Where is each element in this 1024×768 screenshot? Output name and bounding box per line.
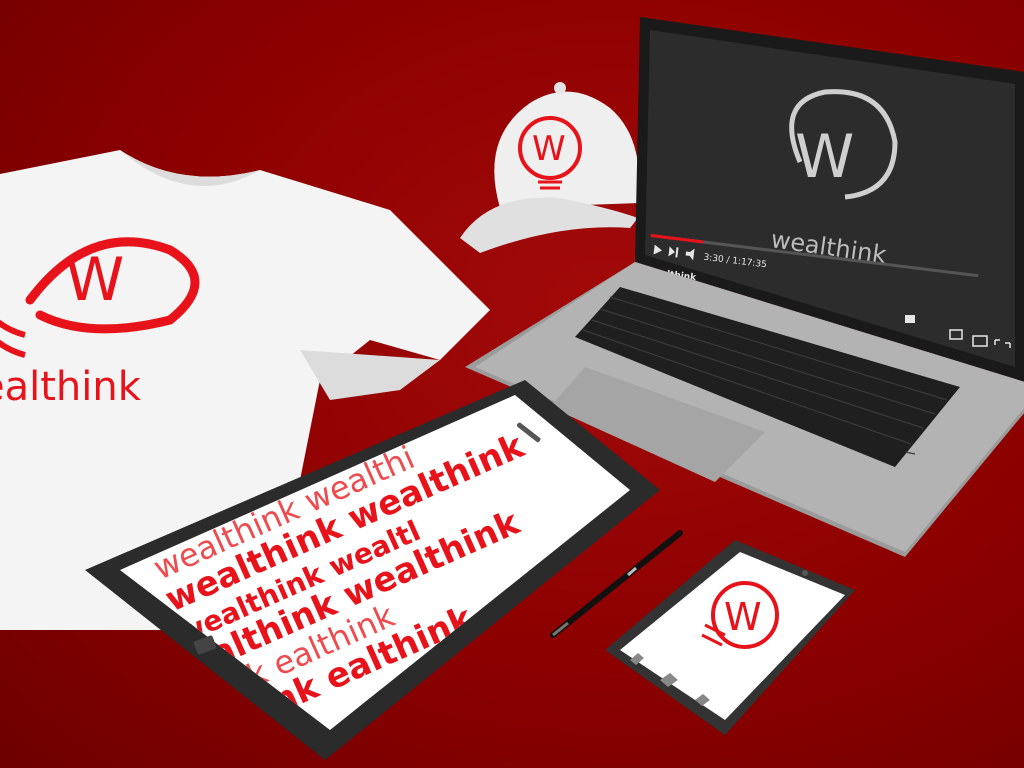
laptop-logo-letter: W — [795, 122, 854, 192]
shirt-logo-letter: W — [65, 245, 124, 315]
mockup-scene: W ealthink W W wealthink — [0, 0, 1024, 768]
phone-logo-letter: W — [724, 595, 762, 639]
phone: W — [605, 540, 855, 735]
settings-icon[interactable] — [905, 315, 915, 323]
